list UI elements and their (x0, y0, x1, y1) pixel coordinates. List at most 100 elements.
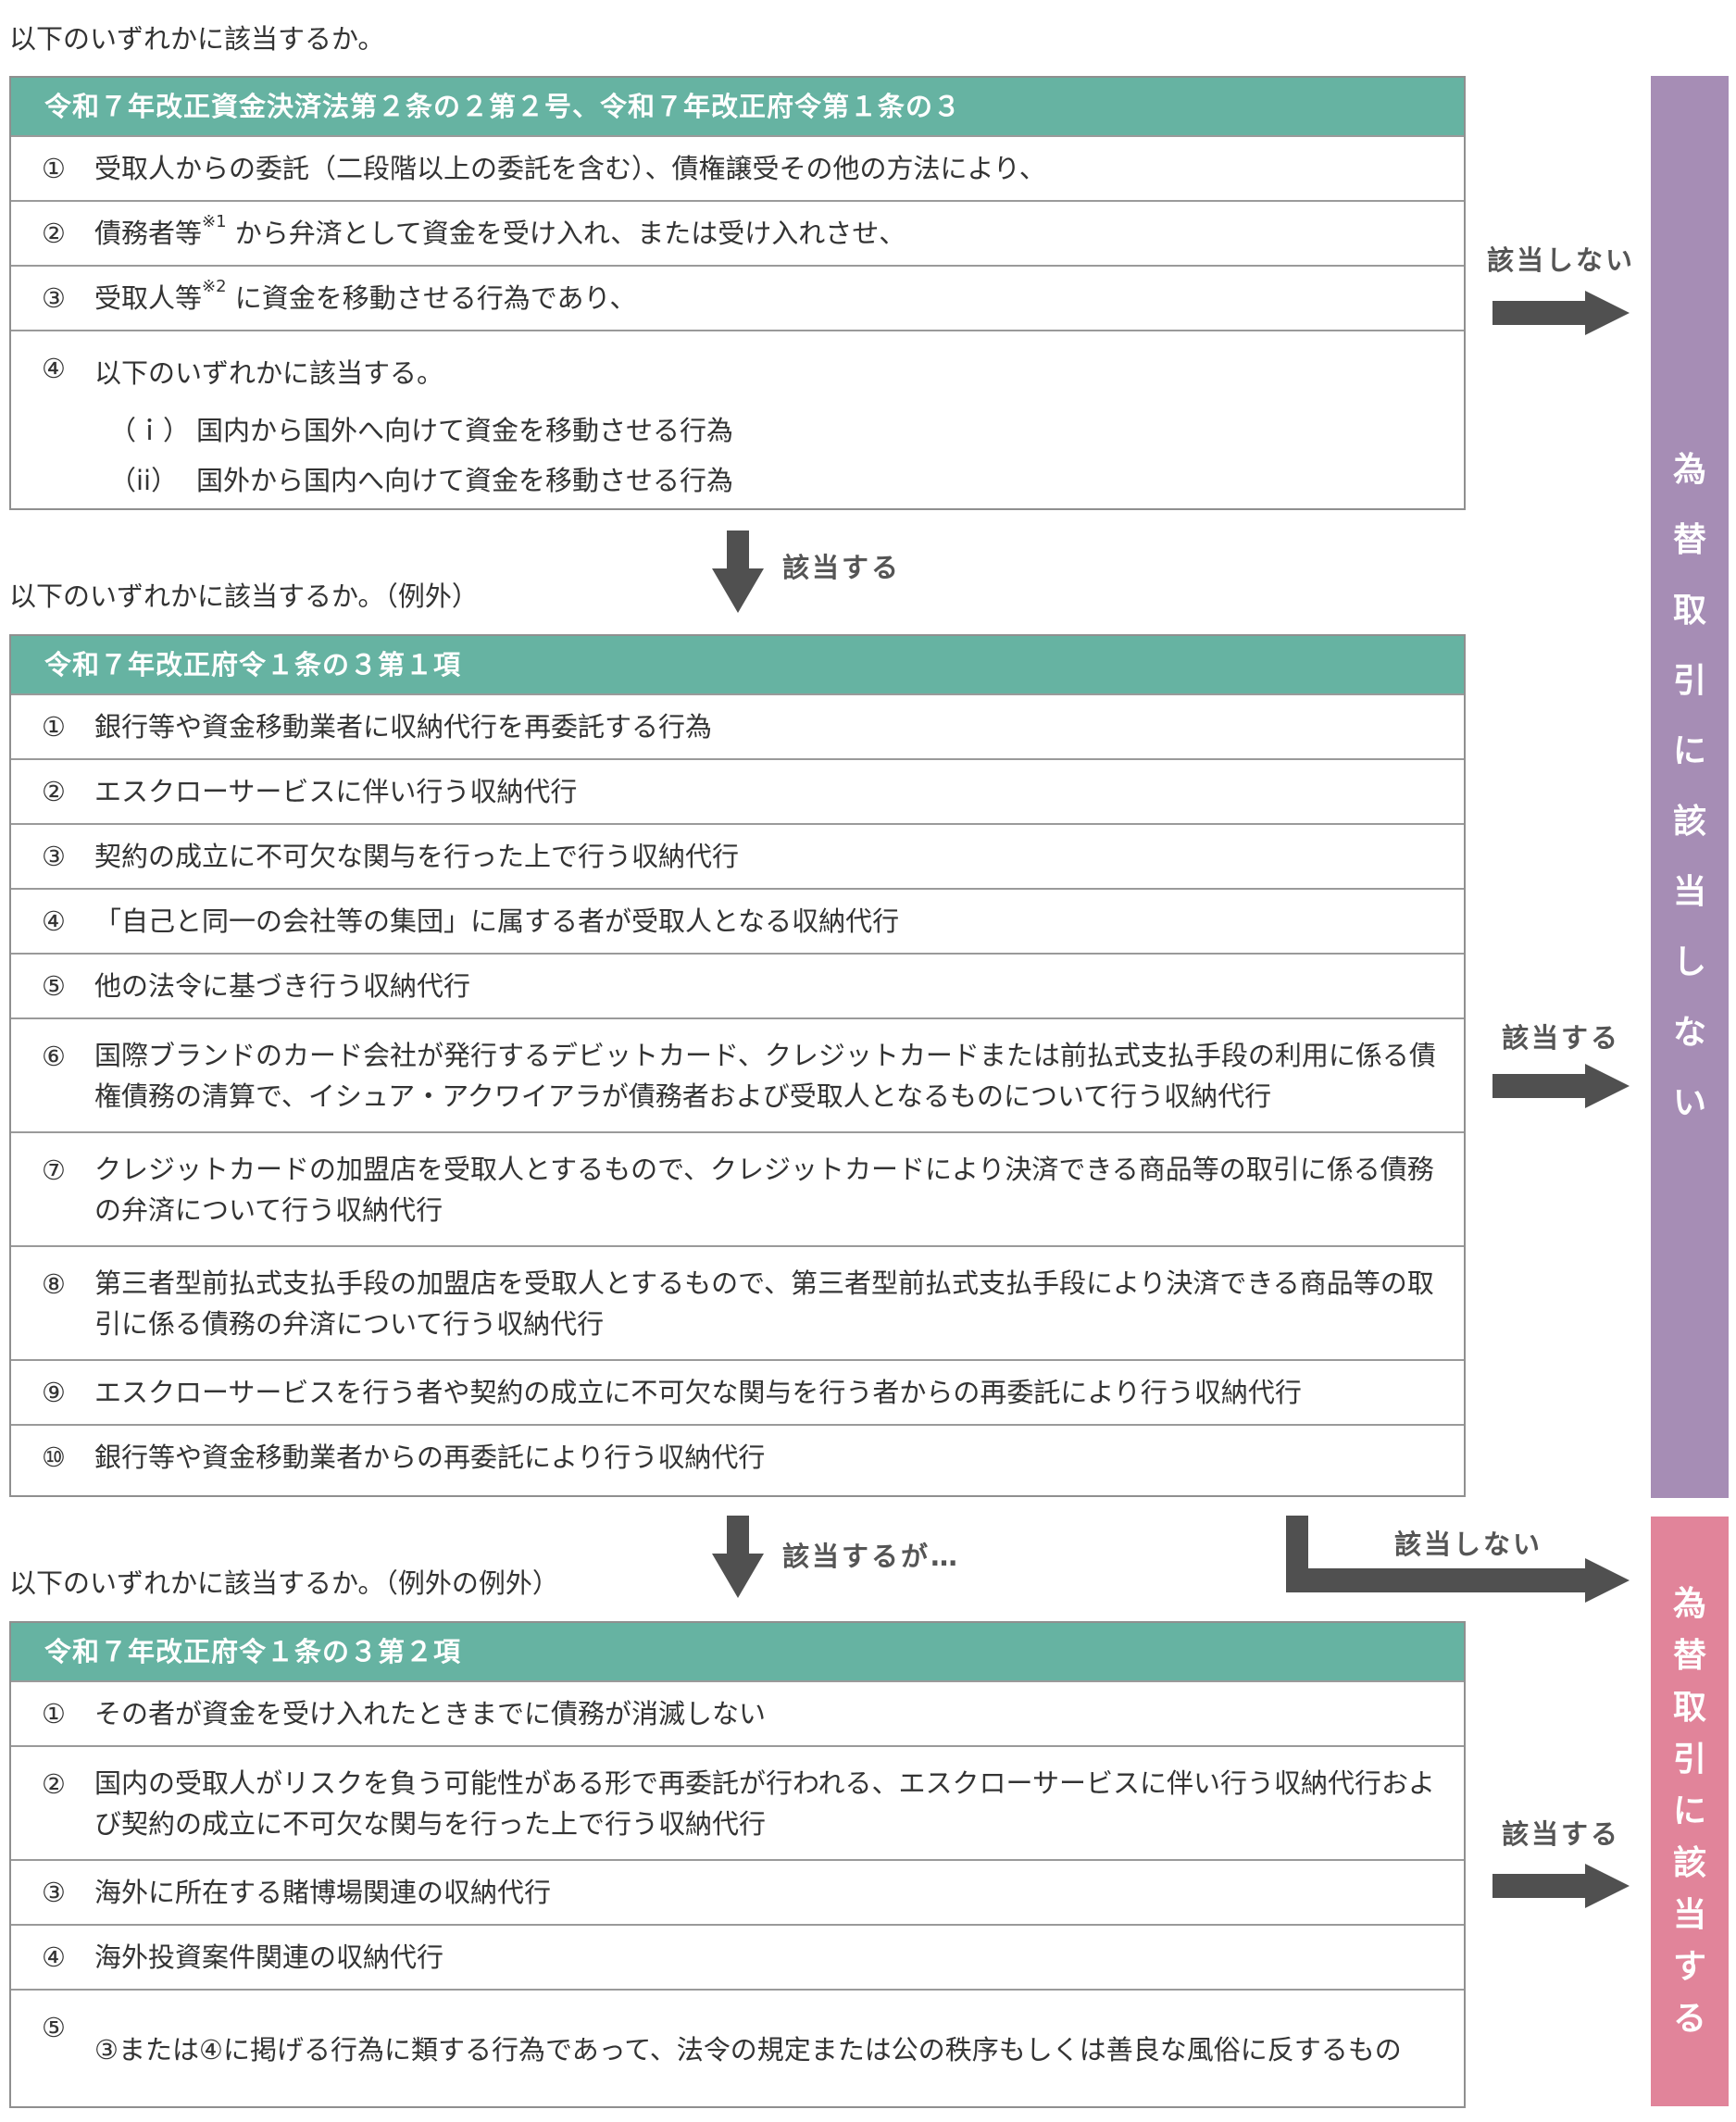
label-not-applicable: 該当しない (1487, 244, 1636, 276)
law-criteria-box: 令和７年改正資金決済法第２条の２第２号、令和７年改正府令第１条の３ ① 受取人か… (9, 76, 1466, 510)
result-exchange: 為替取引に該当する (1651, 1517, 1729, 2106)
list-item: ② 債務者等※1 から弁済として資金を受け入れ、または受け入れさせ、 (11, 200, 1464, 265)
result-char: 該 (1672, 803, 1706, 841)
item-text: その者が資金を受け入れたときまでに債務が消滅しない (94, 1698, 767, 1729)
item-text: 以下のいずれかに該当する。 (94, 357, 444, 389)
exception-of-exception-box: 令和７年改正府令１条の３第２項 ① その者が資金を受け入れたときまでに債務が消滅し… (9, 1621, 1466, 2108)
result-char: 取 (1672, 592, 1706, 630)
law-criteria-title: 令和７年改正資金決済法第２条の２第２号、令和７年改正府令第１条の３ (11, 78, 1464, 135)
down-arrow-icon (712, 530, 764, 613)
item-number: ④ (42, 1941, 66, 1973)
item-number: ① (42, 711, 66, 743)
label-applicable: 該当する (782, 552, 902, 583)
item-number: ⑧ (42, 1268, 66, 1300)
sub-item-label: （ｉ） (109, 415, 191, 446)
result-char: 為 (1672, 451, 1706, 489)
list-item: ③ 受取人等※2 に資金を移動させる行為であり、 (11, 265, 1464, 330)
item-number: ① (42, 1698, 66, 1729)
result-char: 替 (1672, 1636, 1706, 1675)
item-number: ⑤ (42, 2012, 66, 2043)
result-char: す (1672, 1947, 1706, 1986)
item-text: 海外投資案件関連の収納代行 (94, 1941, 444, 1973)
item-text: エスクローサービスに伴い行う収納代行 (94, 776, 578, 807)
item-number: ① (42, 153, 66, 184)
result-char: る (1672, 1999, 1706, 2038)
list-item: ⑤ 他の法令に基づき行う収納代行 (11, 953, 1464, 1017)
list-item: ⑨ エスクローサービスを行う者や契約の成立に不可欠な関与を行う者からの再委託により… (11, 1359, 1464, 1424)
top-caption: 以下のいずれかに該当するか。 (9, 23, 385, 55)
list-item: ⑤ ③または④に掲げる行為に類する行為であって、法令の規定または公の秩序もしくは善… (11, 1989, 1464, 2108)
result-char: に (1672, 732, 1706, 770)
item-text: クレジットカードの加盟店を受取人とするもので、クレジットカードにより決済できる商… (94, 1153, 1434, 1226)
result-char: な (1672, 1014, 1706, 1052)
item-number: ② (42, 218, 66, 249)
list-item: ⑦ クレジットカードの加盟店を受取人とするもので、クレジットカードにより決済できる… (11, 1131, 1464, 1245)
item-text: 債務者等※1 から弁済として資金を受け入れ、または受け入れさせ、 (94, 212, 906, 250)
item-number: ⑤ (42, 970, 66, 1002)
result-char: 為 (1672, 1584, 1706, 1623)
exception2-caption: 以下のいずれかに該当するか。（例外の例外） (9, 1567, 559, 1599)
item-number: ③ (42, 841, 66, 872)
item-number: ③ (42, 1877, 66, 1908)
item-text: 第三者型前払式支払手段の加盟店を受取人とするもので、第三者型前払式支払手段により… (94, 1267, 1434, 1340)
item-text: 銀行等や資金移動業者からの再委託により行う収納代行 (94, 1441, 766, 1473)
list-item: ② 国内の受取人がリスクを負う可能性がある形で再委託が行われる、エスクローサービス… (11, 1745, 1464, 1859)
list-item: ⑧ 第三者型前払式支払手段の加盟店を受取人とするもので、第三者型前払式支払手段によ… (11, 1245, 1464, 1359)
sub-item: （ii） 国外から国内へ向けて資金を移動させる行為 (20, 456, 733, 506)
result-char: 替 (1672, 521, 1706, 559)
result-not-exchange: 為替取引に該当しない (1651, 76, 1729, 1498)
result-char: 当 (1672, 873, 1706, 911)
label-applicable-but: 該当するが… (782, 1541, 961, 1572)
item-text: 国際ブランドのカード会社が発行するデビットカード、クレジットカードまたは前払式支… (94, 1039, 1436, 1112)
sub-item-text: 国外から国内へ向けて資金を移動させる行為 (196, 465, 734, 496)
result-char: に (1672, 1791, 1706, 1830)
result-char: い (1672, 1084, 1706, 1122)
item-text: 国内の受取人がリスクを負う可能性がある形で再委託が行われる、エスクローサービスに… (94, 1766, 1435, 1840)
item-text: 受取人からの委託（二段階以上の委託を含む）、債権譲受その他の方法により、 (94, 153, 1046, 184)
item-text: 他の法令に基づき行う収納代行 (94, 970, 471, 1002)
result-char: 当 (1672, 1895, 1706, 1934)
item-number: ⑩ (42, 1441, 66, 1473)
sub-item-label: （ii） (109, 465, 179, 496)
item-text: ③または④に掲げる行為に類する行為であって、法令の規定または公の秩序もしくは善良… (94, 2033, 1402, 2066)
sub-item-text: 国内から国外へ向けて資金を移動させる行為 (196, 415, 734, 446)
list-item: ③ 契約の成立に不可欠な関与を行った上で行う収納代行 (11, 823, 1464, 888)
item-number: ⑨ (42, 1377, 66, 1408)
footnote-mark: ※1 (202, 212, 227, 231)
list-item: ③ 海外に所在する賭博場関連の収納代行 (11, 1859, 1464, 1924)
result-char: 取 (1672, 1688, 1706, 1727)
item-number: ④ (42, 353, 66, 384)
result-char: 該 (1672, 1843, 1706, 1882)
list-item: ④ 「自己と同一の会社等の集団」に属する者が受取人となる収納代行 (11, 888, 1464, 953)
list-item: ⑥ 国際ブランドのカード会社が発行するデビットカード、クレジットカードまたは前払式… (11, 1017, 1464, 1131)
exception-title: 令和７年改正府令１条の３第１項 (11, 636, 1464, 693)
item-text: 契約の成立に不可欠な関与を行った上で行う収納代行 (94, 841, 740, 872)
list-item: ② エスクローサービスに伴い行う収納代行 (11, 758, 1464, 823)
list-item: ① 受取人からの委託（二段階以上の委託を含む）、債権譲受その他の方法により、 (11, 135, 1464, 200)
right-arrow-icon (1492, 291, 1630, 335)
item-number: ② (42, 776, 66, 807)
item-number: ⑥ (42, 1041, 66, 1072)
list-item: ④ 海外投資案件関連の収納代行 (11, 1924, 1464, 1989)
exception-caption: 以下のいずれかに該当するか。（例外） (9, 580, 479, 612)
result-char: 引 (1672, 1740, 1706, 1779)
item-number: ② (42, 1768, 66, 1800)
list-item: ⑩ 銀行等や資金移動業者からの再委託により行う収納代行 (11, 1424, 1464, 1488)
item-number: ③ (42, 282, 66, 314)
item-number: ④ (42, 905, 66, 937)
result-char: 引 (1672, 662, 1706, 700)
item-text: 「自己と同一の会社等の集団」に属する者が受取人となる収納代行 (94, 905, 900, 937)
result-char: し (1672, 943, 1706, 981)
exception-box: 令和７年改正府令１条の３第１項 ① 銀行等や資金移動業者に収納代行を再委託する行為… (9, 634, 1466, 1497)
exception-of-exception-title: 令和７年改正府令１条の３第２項 (11, 1623, 1464, 1680)
item-text: 海外に所在する賭博場関連の収納代行 (94, 1877, 552, 1908)
list-item: ④ 以下のいずれかに該当する。 （ｉ） 国内から国外へ向けて資金を移動させる行為 … (11, 330, 1464, 508)
item-text: エスクローサービスを行う者や契約の成立に不可欠な関与を行う者からの再委託により行… (94, 1377, 1302, 1408)
item-number: ⑦ (42, 1155, 66, 1186)
right-arrow-icon (1492, 1864, 1630, 1908)
footnote-mark: ※2 (202, 277, 227, 296)
label-not-applicable: 該当しない (1394, 1529, 1543, 1560)
right-arrow-icon (1492, 1064, 1630, 1108)
down-arrow-icon (712, 1516, 764, 1598)
list-item: ① その者が資金を受け入れたときまでに債務が消滅しない (11, 1680, 1464, 1745)
